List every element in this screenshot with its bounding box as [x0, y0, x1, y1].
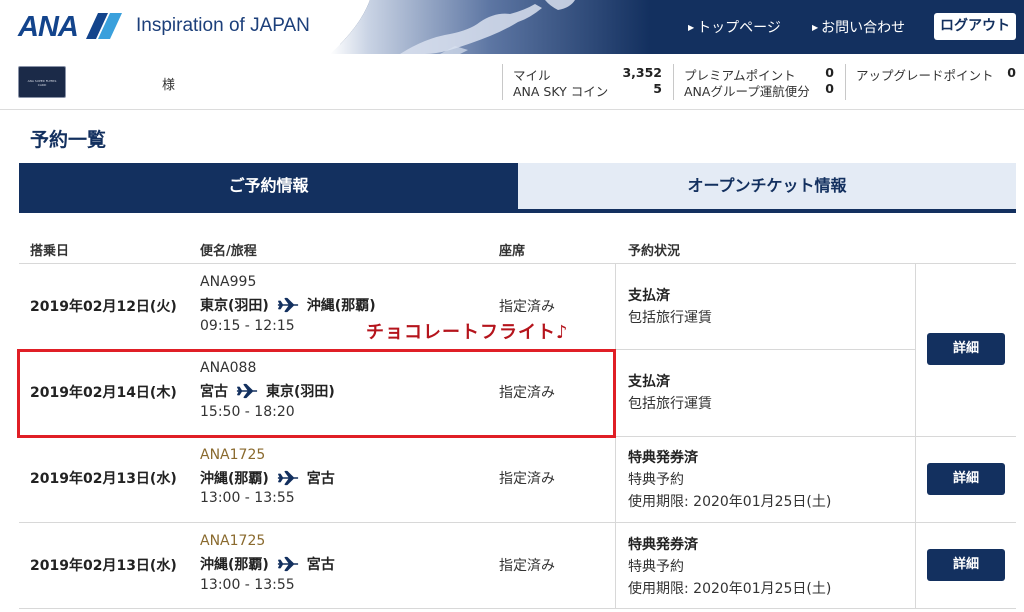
logout-button[interactable]: ログアウト	[934, 13, 1016, 40]
origin: 東京(羽田)	[200, 298, 269, 314]
member-honorific: 様	[162, 78, 176, 93]
top-header: ANA Inspiration of JAPAN ▶ トップページ ▶ お問い合わせ…	[0, 0, 1024, 54]
card-text: ANA SUPER FLYERS CARD	[27, 79, 57, 87]
member-info-bar: ANA SUPER FLYERS CARD 様 マイル 3,352 ANA SK…	[0, 54, 1024, 110]
highlight-box	[17, 349, 616, 438]
reservation-status: 特典発券済	[628, 450, 698, 466]
reservation-status: 特典発券済	[628, 537, 698, 553]
annotation-text: チョコレートフライト♪	[366, 322, 569, 343]
detail-button[interactable]: 詳細	[927, 333, 1005, 365]
japan-map-graphic	[330, 0, 650, 54]
column-header-date: 搭乗日	[30, 244, 70, 259]
fare-type: 包括旅行運賃	[628, 310, 712, 326]
membership-card-icon: ANA SUPER FLYERS CARD	[18, 66, 66, 98]
flight-number: ANA1725	[200, 533, 266, 549]
fare-type: 特典予約	[628, 472, 684, 488]
stats-divider	[845, 64, 846, 100]
reservation-tabs: ご予約情報 オープンチケット情報	[19, 163, 1016, 213]
sky-coin-label: ANA SKY コイン	[513, 84, 609, 99]
miles-value: 3,352	[622, 65, 662, 80]
table-divider	[19, 263, 1016, 264]
nav-top-page-label: トップページ	[697, 20, 781, 36]
nav-top-page-link[interactable]: ▶ トップページ	[688, 17, 781, 37]
reservation-status: 支払済	[628, 288, 670, 304]
boarding-date: 2019年02月13日(水)	[30, 471, 177, 487]
flight-time: 13:00 - 13:55	[200, 490, 295, 506]
ana-logo-slash-icon	[86, 13, 122, 39]
boarding-date: 2019年02月13日(水)	[30, 558, 177, 574]
reservation-status: 支払済	[628, 374, 670, 390]
group-flights-label: ANAグループ運航便分	[684, 84, 810, 99]
upgrade-points-value: 0	[1007, 65, 1016, 80]
table-divider	[19, 522, 1016, 523]
expiry-date: 使用期限: 2020年01月25日(土)	[628, 494, 832, 510]
fare-type: 包括旅行運賃	[628, 396, 712, 412]
tab-open-ticket-info[interactable]: オープンチケット情報	[518, 163, 1016, 213]
airplane-icon	[277, 556, 298, 572]
triangle-right-icon: ▶	[688, 23, 695, 32]
detail-button[interactable]: 詳細	[927, 463, 1005, 495]
fare-type: 特典予約	[628, 559, 684, 575]
stats-divider	[673, 64, 674, 100]
upgrade-points-label: アップグレードポイント	[856, 68, 994, 83]
stats-divider	[502, 64, 503, 100]
column-header-status: 予約状況	[628, 244, 681, 259]
flight-route: 沖縄(那覇) 宮古	[200, 468, 335, 488]
ana-logo-text: ANA	[18, 11, 79, 43]
boarding-date: 2019年02月12日(火)	[30, 299, 177, 315]
seat-status: 指定済み	[499, 299, 555, 315]
page-title: 予約一覧	[30, 129, 107, 151]
destination: 宮古	[306, 471, 335, 487]
column-header-seat: 座席	[499, 244, 526, 259]
origin: 沖縄(那覇)	[200, 471, 269, 487]
origin: 沖縄(那覇)	[200, 557, 269, 573]
destination: 沖縄(那覇)	[306, 298, 376, 314]
flight-number: ANA995	[200, 274, 257, 290]
airplane-icon	[277, 297, 298, 313]
sky-coin-value: 5	[653, 81, 662, 96]
nav-contact-label: お問い合わせ	[821, 20, 906, 36]
header-tagline: Inspiration of JAPAN	[136, 15, 310, 36]
ana-logo[interactable]: ANA	[18, 11, 79, 44]
flight-time: 09:15 - 12:15	[200, 318, 295, 334]
detail-button[interactable]: 詳細	[927, 549, 1005, 581]
premium-points-value: 0	[825, 65, 834, 80]
table-column-divider	[915, 263, 916, 608]
column-header-flight: 便名/旅程	[200, 244, 257, 259]
airplane-icon	[277, 470, 298, 486]
table-divider	[19, 608, 1016, 609]
flight-route: 東京(羽田) 沖縄(那覇)	[200, 295, 376, 315]
flight-time: 13:00 - 13:55	[200, 577, 295, 593]
expiry-date: 使用期限: 2020年01月25日(土)	[628, 581, 832, 597]
seat-status: 指定済み	[499, 558, 555, 574]
nav-contact-link[interactable]: ▶ お問い合わせ	[812, 17, 905, 37]
triangle-right-icon: ▶	[812, 23, 819, 32]
group-flights-value: 0	[825, 81, 834, 96]
tab-reservation-info[interactable]: ご予約情報	[19, 163, 518, 213]
flight-number: ANA1725	[200, 447, 266, 463]
seat-status: 指定済み	[499, 471, 555, 487]
destination: 宮古	[306, 557, 335, 573]
flight-route: 沖縄(那覇) 宮古	[200, 554, 335, 574]
